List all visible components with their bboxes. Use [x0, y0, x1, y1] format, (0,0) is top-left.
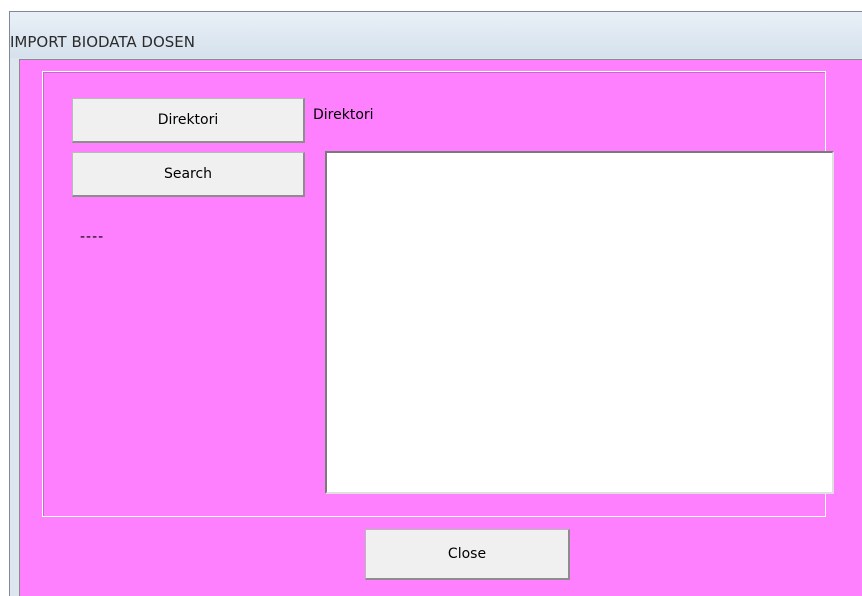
form-body: Direktori Search Direktori ---- Close [19, 59, 862, 596]
file-list-box[interactable] [325, 151, 834, 494]
window-title: IMPORT BIODATA DOSEN [10, 33, 195, 51]
directory-path-label: Direktori [313, 107, 374, 123]
title-bar[interactable]: IMPORT BIODATA DOSEN [10, 12, 862, 58]
search-button[interactable]: Search [72, 152, 305, 197]
directory-button[interactable]: Direktori [72, 98, 305, 143]
status-label: ---- [80, 229, 105, 245]
content-frame: Direktori Search Direktori ---- [42, 71, 834, 517]
close-button[interactable]: Close [365, 529, 570, 580]
import-dialog-window: IMPORT BIODATA DOSEN Direktori Search Di… [9, 11, 862, 596]
